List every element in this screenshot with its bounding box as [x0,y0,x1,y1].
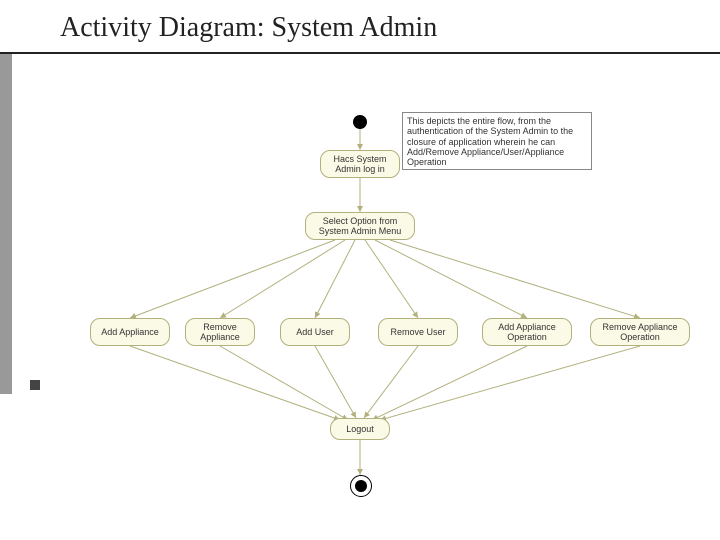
page-title: Activity Diagram: System Admin [60,12,437,44]
activity-logout: Logout [330,418,390,440]
activity-label: Add User [296,327,334,337]
activity-label: Remove Appliance [191,322,249,343]
activity-select-option: Select Option from System Admin Menu [305,212,415,240]
slide-accent-bar [0,54,12,394]
activity-add-appliance: Add Appliance [90,318,170,346]
final-state-node [350,475,372,497]
title-underline [0,52,720,54]
activity-remove-appliance-op: Remove Appliance Operation [590,318,690,346]
diagram-connectors [0,0,720,540]
activity-label: Hacs System Admin log in [326,154,394,175]
initial-state-node [353,115,367,129]
activity-add-appliance-op: Add Appliance Operation [482,318,572,346]
activity-remove-user: Remove User [378,318,458,346]
activity-label: Select Option from System Admin Menu [311,216,409,237]
activity-add-user: Add User [280,318,350,346]
activity-label: Remove User [390,327,445,337]
activity-label: Logout [346,424,374,434]
activity-remove-appliance: Remove Appliance [185,318,255,346]
diagram-description-note: This depicts the entire flow, from the a… [402,112,592,170]
activity-label: Remove Appliance Operation [596,322,684,343]
slide-bullet-marker [30,380,40,390]
final-state-inner-dot [355,480,367,492]
activity-login: Hacs System Admin log in [320,150,400,178]
activity-label: Add Appliance [101,327,159,337]
activity-label: Add Appliance Operation [488,322,566,343]
